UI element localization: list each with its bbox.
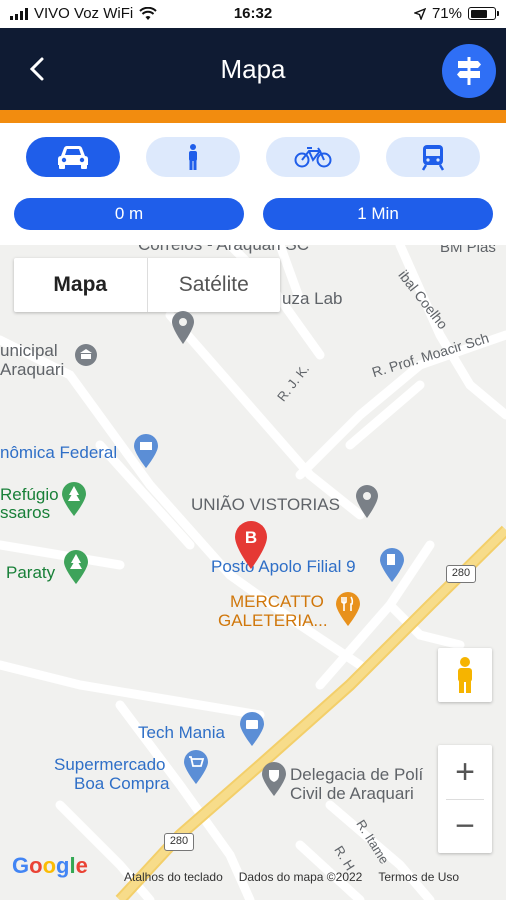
map-label: Paraty <box>6 563 56 582</box>
map-type-toggle: Mapa Satélite <box>14 258 280 312</box>
map-data-label: Dados do mapa ©2022 <box>238 870 363 884</box>
mode-car-button[interactable] <box>26 137 120 177</box>
place-pin-icon <box>172 311 194 344</box>
mode-bike-button[interactable] <box>266 137 360 177</box>
marker-label: B <box>245 528 257 547</box>
map-type-map-button[interactable]: Mapa <box>14 258 148 312</box>
battery-percent: 71% <box>431 5 462 22</box>
shopping-pin-icon <box>240 712 264 746</box>
train-icon <box>421 145 445 171</box>
bank-pin-icon <box>134 434 158 468</box>
app-header: Mapa <box>0 28 506 110</box>
route-button[interactable] <box>442 44 496 98</box>
car-icon <box>58 146 88 169</box>
bicycle-icon <box>294 147 332 168</box>
road-shield-280: 280 <box>446 565 476 583</box>
zoom-control: + − <box>438 745 492 853</box>
gas-station-pin-icon <box>380 548 404 582</box>
map-view[interactable]: Mapa Satélite Correios - Araquari SC BM … <box>0 245 506 900</box>
keyboard-shortcuts-link[interactable]: Atalhos do teclado <box>124 870 223 884</box>
page-title: Mapa <box>220 54 286 84</box>
mode-transit-button[interactable] <box>386 137 480 177</box>
map-type-satellite-button[interactable]: Satélite <box>148 258 281 312</box>
status-bar: VIVO Voz WiFi 16:32 71% <box>0 0 506 28</box>
map-label: Supermercado <box>54 755 166 774</box>
accent-bar <box>0 110 506 123</box>
map-label: GALETERIA... <box>218 611 328 630</box>
restaurant-pin-icon <box>336 592 360 626</box>
zoom-out-button[interactable]: − <box>438 799 492 853</box>
map-label: Araquari <box>0 360 65 379</box>
zoom-in-button[interactable]: + <box>438 745 492 799</box>
road-shield-280: 280 <box>164 833 194 851</box>
map-label: BM Plas <box>440 245 496 256</box>
map-label: uza Lab <box>282 289 343 308</box>
mode-walk-button[interactable] <box>146 137 240 177</box>
park-pin-icon <box>62 482 86 516</box>
cart-pin-icon <box>184 750 208 784</box>
google-logo: Google <box>12 853 88 878</box>
map-label: Correios - Araquari SC <box>138 245 309 255</box>
map-label: Civil de Araquari <box>290 784 414 803</box>
map-label: UNIÃO VISTORIAS <box>191 495 340 514</box>
park-pin-icon <box>64 550 88 584</box>
terms-link[interactable]: Termos de Uso <box>378 870 459 884</box>
street-view-button[interactable] <box>438 648 492 702</box>
location-arrow-icon <box>413 7 426 20</box>
police-pin-icon <box>262 762 286 796</box>
map-label: MERCATTO <box>230 592 324 611</box>
transport-modes: 0 m 1 Min <box>0 123 506 245</box>
map-label: unicipal <box>0 341 58 360</box>
destination-marker-b[interactable]: B <box>233 520 269 570</box>
map-label: Boa Compra <box>74 774 170 793</box>
map-attribution: Atalhos do teclado Dados do mapa ©2022 T… <box>124 870 459 884</box>
walking-person-icon <box>189 144 197 170</box>
map-label: Tech Mania <box>138 723 225 742</box>
distance-pill: 0 m <box>14 198 244 230</box>
map-label: Refúgio <box>0 485 59 504</box>
map-label: Delegacia de Polí <box>290 765 424 784</box>
map-label: nômica Federal <box>0 443 118 462</box>
duration-pill: 1 Min <box>263 198 493 230</box>
place-pin-icon <box>356 485 378 518</box>
signpost-icon <box>457 57 481 85</box>
map-label: ssaros <box>0 503 51 522</box>
landmark-icon <box>75 344 97 366</box>
battery-icon <box>468 7 499 20</box>
pegman-icon <box>458 657 472 693</box>
